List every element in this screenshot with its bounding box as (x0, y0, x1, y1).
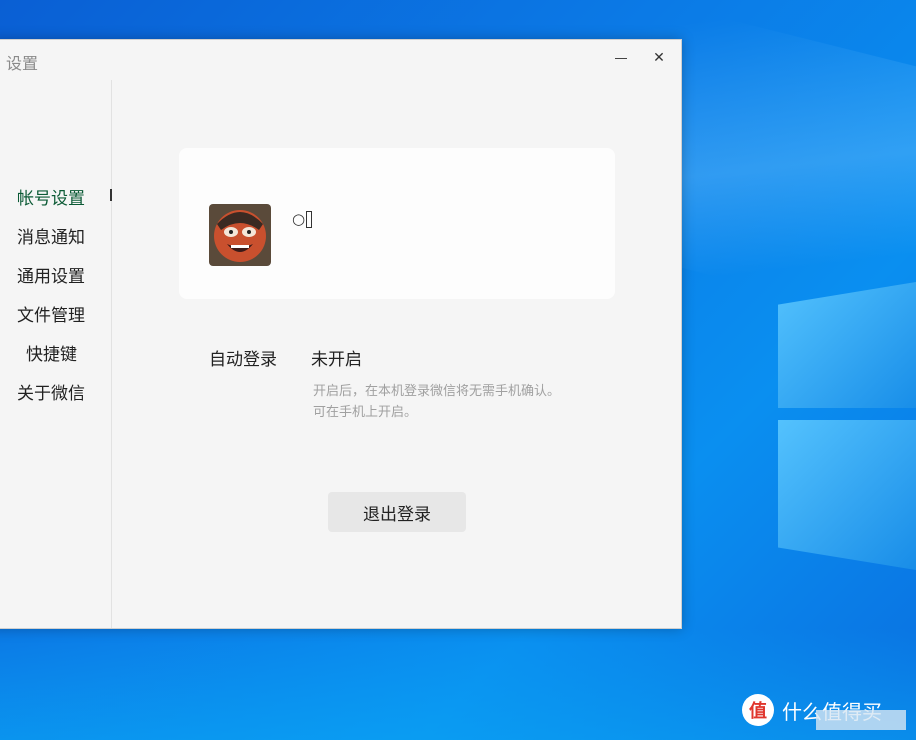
close-icon: ✕ (653, 50, 665, 66)
account-card: ○ (179, 148, 615, 299)
sidebar-item-files[interactable]: 文件管理 (17, 301, 85, 326)
avatar-image (209, 204, 271, 266)
watermark-icon: 值 (742, 694, 774, 726)
sidebar-item-about[interactable]: 关于微信 (17, 379, 85, 404)
auto-login-desc-line2: 可在手机上开启。 (313, 405, 418, 420)
settings-window: 设置 ✕ 帐号设置 消息通知 通用设置 文件管理 快捷键 关于微信 ○ 自动登录… (0, 39, 682, 629)
sidebar-item-shortcuts[interactable]: 快捷键 (26, 340, 77, 365)
active-indicator (110, 189, 112, 201)
logout-button[interactable]: 退出登录 (328, 492, 466, 532)
windows-logo-wallpaper (778, 262, 916, 572)
auto-login-desc-line1: 开启后，在本机登录微信将无需手机确认。 (313, 384, 561, 399)
auto-login-description: 开启后，在本机登录微信将无需手机确认。 可在手机上开启。 (313, 381, 613, 423)
sidebar-item-general[interactable]: 通用设置 (17, 262, 85, 287)
close-button[interactable]: ✕ (641, 44, 677, 72)
settings-sidebar: 帐号设置 消息通知 通用设置 文件管理 快捷键 关于微信 (0, 80, 112, 628)
sidebar-item-notifications[interactable]: 消息通知 (17, 223, 85, 248)
watermark-cover (816, 710, 906, 730)
nickname-text: ○ (292, 210, 306, 228)
avatar[interactable] (209, 204, 271, 266)
sidebar-item-account[interactable]: 帐号设置 (17, 184, 85, 209)
window-title: 设置 (6, 54, 39, 73)
nickname: ○ (292, 210, 313, 228)
minimize-icon (615, 57, 627, 59)
auto-login-label: 自动登录 (209, 350, 277, 370)
minimize-button[interactable] (603, 44, 639, 72)
auto-login-value[interactable]: 未开启 (311, 345, 362, 370)
text-cursor (306, 211, 313, 228)
